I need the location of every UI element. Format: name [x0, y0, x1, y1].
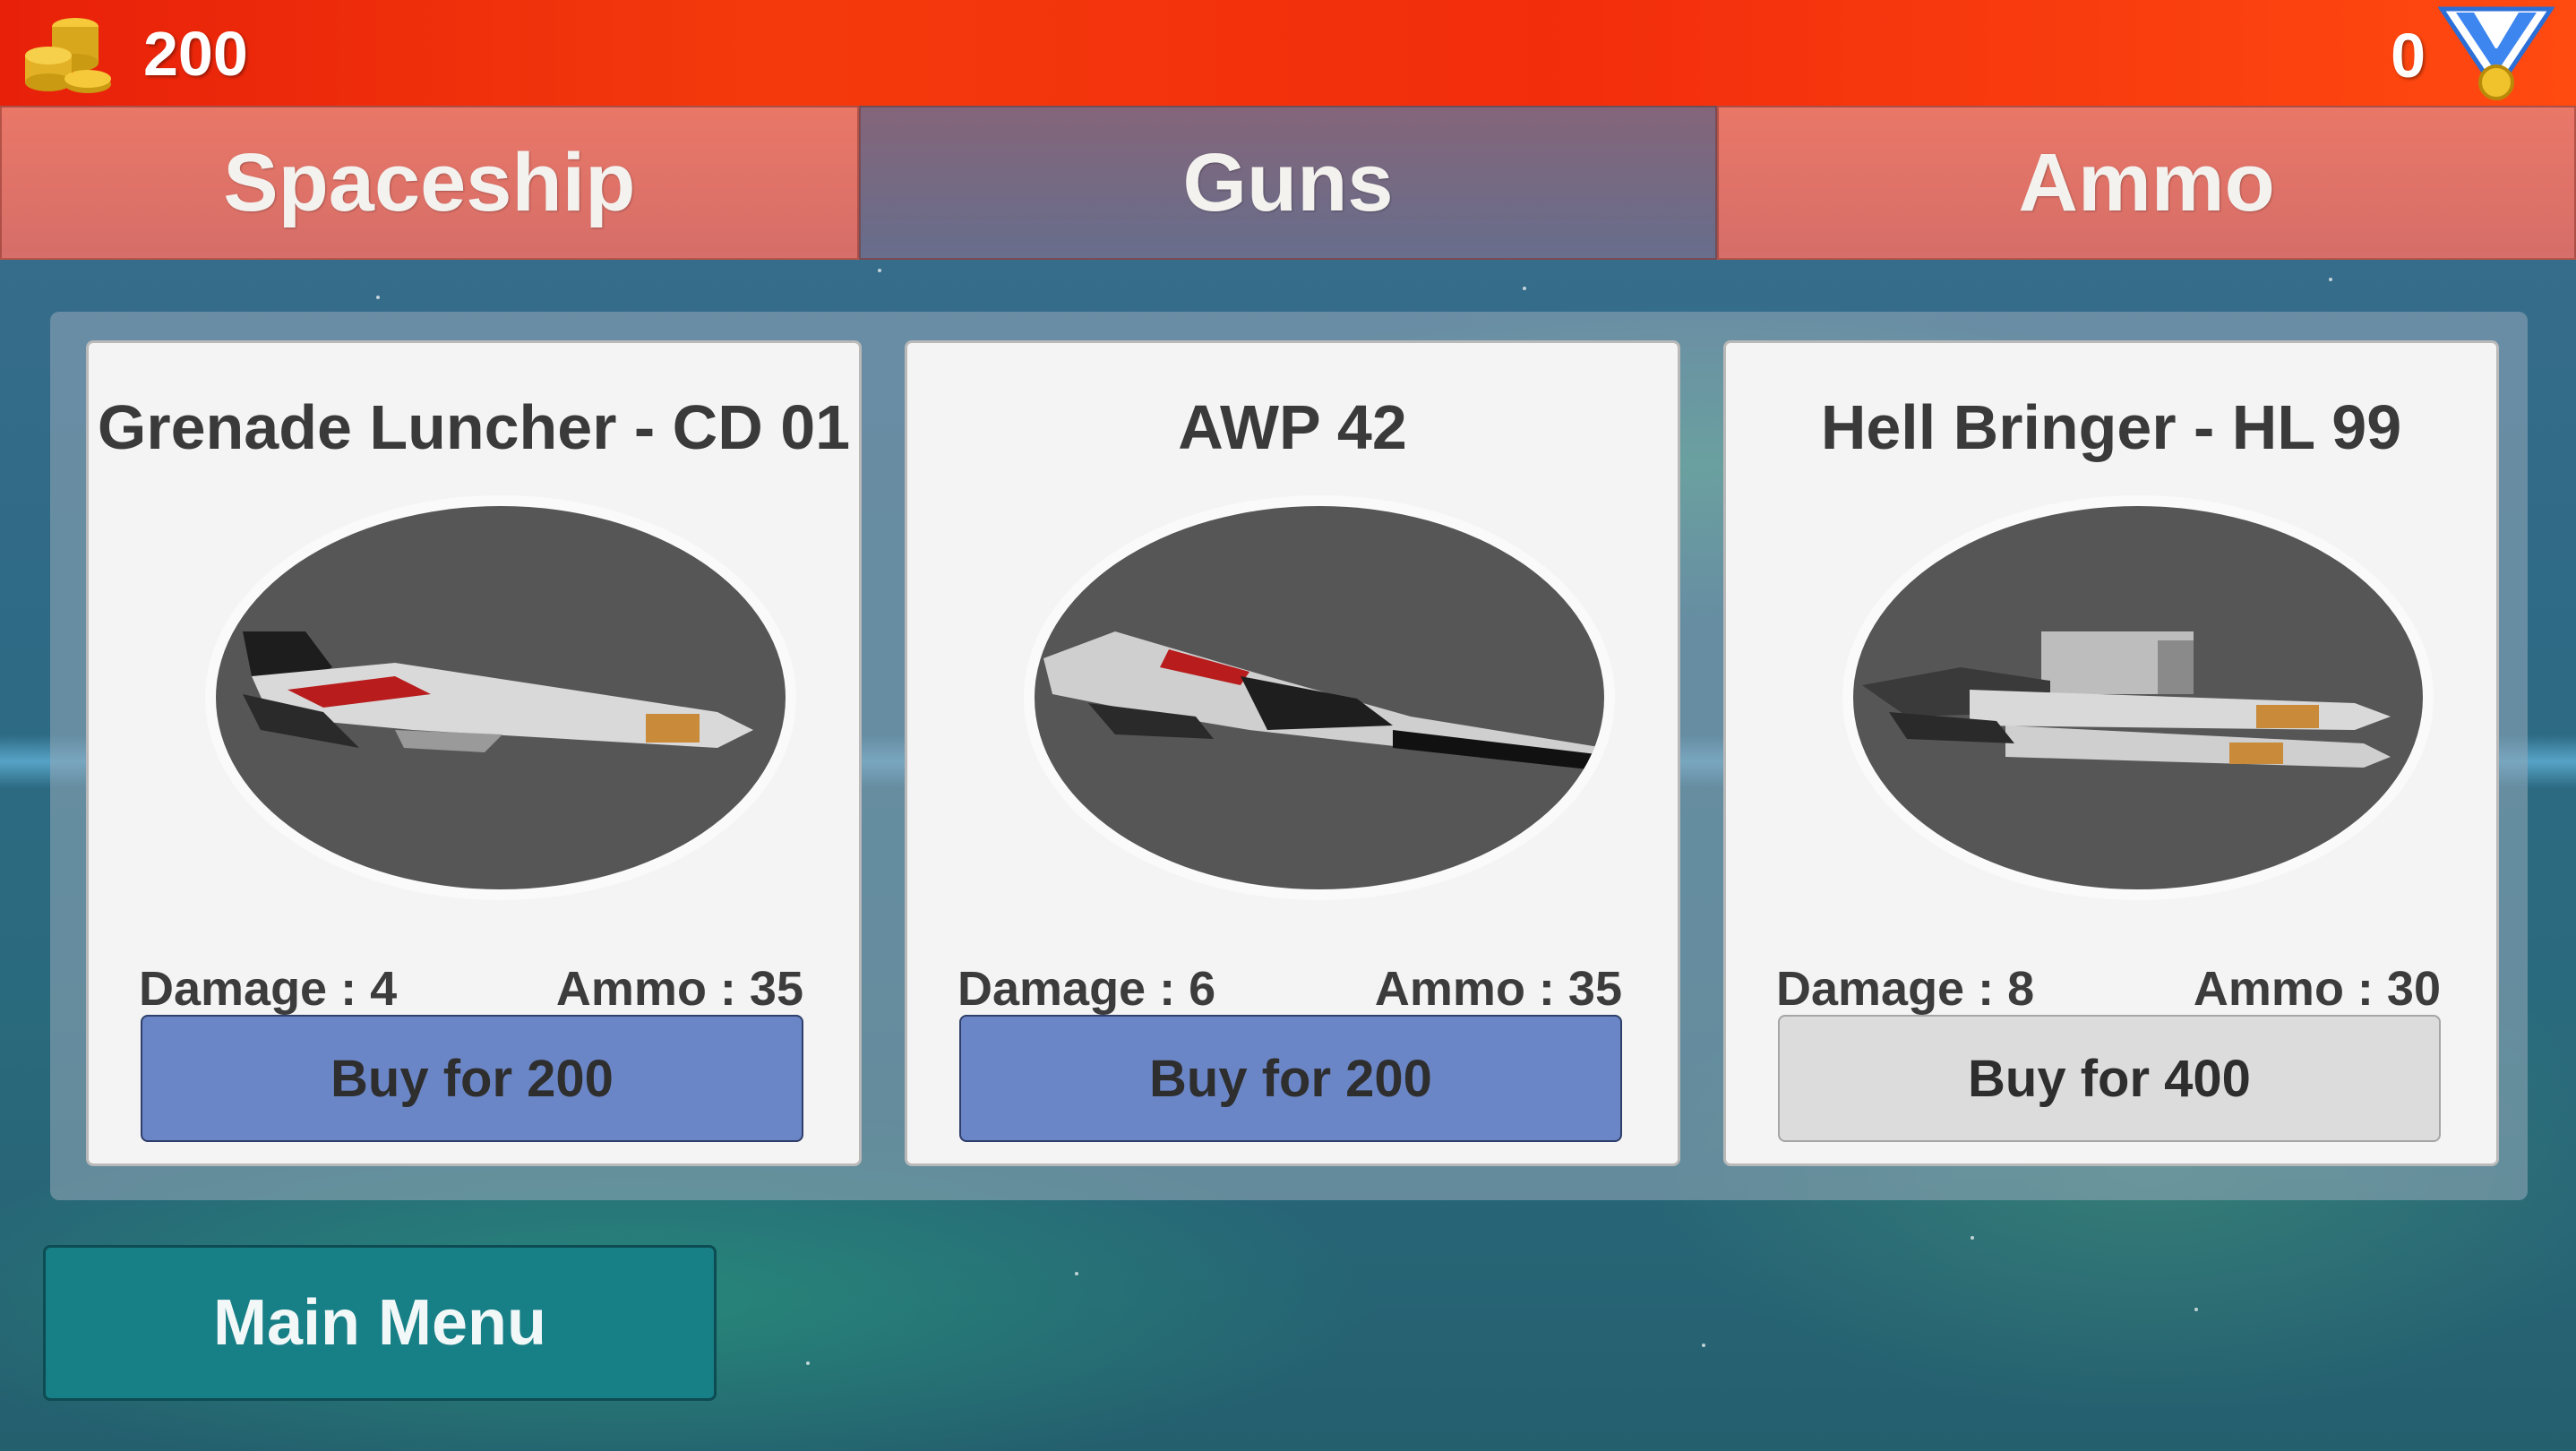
item-title: Hell Bringer - HL 99 — [1820, 392, 2402, 462]
category-tabs: Spaceship Guns Ammo — [0, 106, 2576, 260]
buy-button[interactable]: Buy for 200 — [141, 1015, 803, 1142]
item-preview-image — [216, 506, 786, 889]
main-menu-button[interactable]: Main Menu — [43, 1245, 717, 1401]
shop-panel: Grenade Luncher - CD 01 Damage : 4 Ammo … — [50, 312, 2528, 1200]
item-card-hell-bringer: Hell Bringer - HL 99 Damage : 8 Ammo : 3… — [1723, 340, 2499, 1166]
top-bar: 200 0 — [0, 0, 2576, 106]
damage-stat: Damage : 4 — [139, 962, 398, 1016]
tab-guns[interactable]: Guns — [858, 106, 1718, 260]
item-preview-image — [1853, 506, 2423, 889]
ammo-stat: Ammo : 30 — [2193, 962, 2441, 1016]
item-title: AWP 42 — [1178, 392, 1407, 462]
coins-count: 200 — [143, 19, 248, 89]
item-preview-image — [1035, 506, 1604, 889]
medal-count: 0 — [2391, 21, 2426, 90]
tab-spaceship[interactable]: Spaceship — [0, 106, 859, 260]
damage-stat: Damage : 6 — [957, 962, 1216, 1016]
damage-stat: Damage : 8 — [1776, 962, 2035, 1016]
ammo-stat: Ammo : 35 — [1374, 962, 1622, 1016]
coins-icon — [25, 18, 111, 93]
ammo-stat: Ammo : 35 — [555, 962, 803, 1016]
medal-icon — [2438, 6, 2555, 100]
item-card-grenade-luncher: Grenade Luncher - CD 01 Damage : 4 Ammo … — [86, 340, 862, 1166]
buy-button[interactable]: Buy for 200 — [959, 1015, 1622, 1142]
item-card-awp-42: AWP 42 Damage : 6 Ammo : 35 Buy for 200 — [905, 340, 1680, 1166]
buy-button[interactable]: Buy for 400 — [1778, 1015, 2441, 1142]
item-title: Grenade Luncher - CD 01 — [97, 392, 851, 462]
tab-ammo[interactable]: Ammo — [1717, 106, 2576, 260]
